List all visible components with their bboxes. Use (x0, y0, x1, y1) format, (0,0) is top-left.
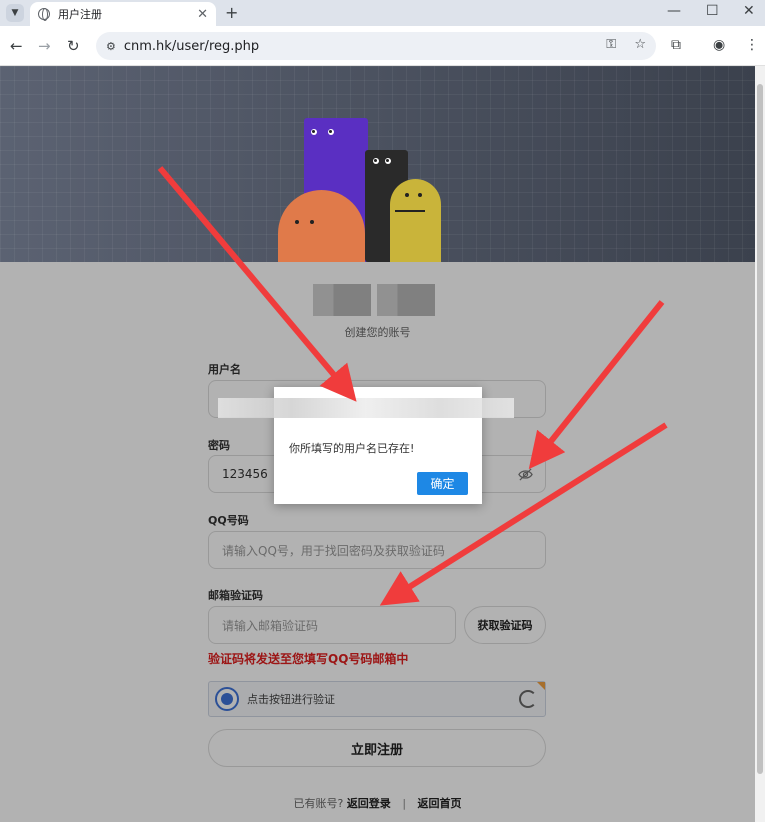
tab-close-icon[interactable]: ✕ (197, 7, 208, 22)
site-settings-icon[interactable]: ⚙ (106, 40, 116, 53)
maximize-button[interactable]: ☐ (706, 3, 719, 19)
browser-tabbar: ▼ 用户注册 ✕ + — ☐ ✕ (0, 0, 765, 26)
url-text: cnm.hk/user/reg.php (123, 38, 260, 54)
password-key-icon[interactable]: ⚿ (606, 37, 616, 52)
browser-toolbar: ← → ↻ ⚙ cnm.hk/user/reg.php ⚿ ☆ ⧉ ◉ ⋮ (0, 26, 765, 66)
dialog-ok-button[interactable]: 确定 (417, 472, 468, 495)
tab-title: 用户注册 (58, 8, 102, 21)
close-window-button[interactable]: ✕ (743, 3, 755, 19)
globe-icon (38, 8, 50, 21)
hero-banner (0, 66, 755, 262)
profile-icon[interactable]: ◉ (713, 37, 725, 53)
minimize-button[interactable]: — (667, 3, 681, 19)
tab-search-icon[interactable]: ▼ (6, 4, 24, 22)
browser-tab[interactable]: 用户注册 ✕ (30, 2, 216, 26)
page-content: 创建您的账号 用户名 密码 123456 QQ号码 请输入QQ号，用于找回密码及… (0, 66, 755, 822)
yellow-character (390, 179, 441, 262)
address-bar[interactable]: ⚙ cnm.hk/user/reg.php ⚿ ☆ (96, 32, 656, 60)
forward-arrow-icon[interactable]: → (38, 37, 51, 55)
omnibox-actions: ⚿ ☆ (606, 37, 646, 52)
new-tab-button[interactable]: + (225, 3, 238, 22)
page-scrollbar[interactable] (755, 66, 765, 822)
redacted-text (218, 398, 514, 418)
reload-icon[interactable]: ↻ (67, 37, 80, 55)
bookmark-star-icon[interactable]: ☆ (634, 37, 646, 52)
dialog-message: 你所填写的用户名已存在! (289, 442, 415, 455)
modal-overlay (0, 262, 755, 822)
extensions-icon[interactable]: ⧉ (671, 37, 681, 53)
back-arrow-icon[interactable]: ← (10, 37, 23, 55)
menu-dots-icon[interactable]: ⋮ (745, 37, 759, 53)
